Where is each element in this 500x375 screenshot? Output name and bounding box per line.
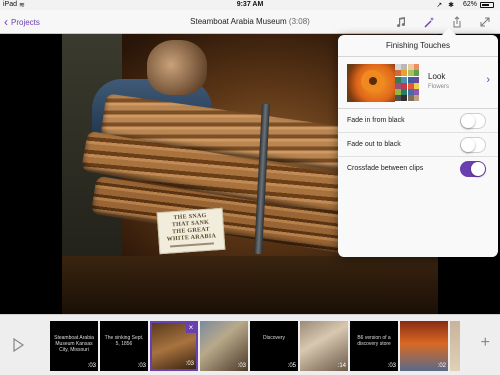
toggle-knob xyxy=(471,162,485,176)
fade-in-label: Fade in from black xyxy=(347,117,405,124)
photo-base xyxy=(62,256,438,314)
clip-duration: :03 xyxy=(137,363,146,369)
battery-percent: 62% xyxy=(462,1,477,8)
play-icon xyxy=(13,337,25,353)
clip-duration: :03 xyxy=(387,363,396,369)
sign-fine-print xyxy=(169,242,214,248)
clip-title: B6 version of a discovery store xyxy=(357,335,391,347)
clip-duration: :03 xyxy=(87,363,96,369)
magic-wand-icon[interactable] xyxy=(420,13,438,31)
clip-title: Steamboat Arabia Museum Kansas City, Mis… xyxy=(54,335,94,353)
clip-strip: Steamboat Arabia Museum Kansas City, Mis… xyxy=(50,321,460,371)
crossfade-row: Crossfade between clips xyxy=(338,157,498,181)
look-selector[interactable]: Look Flowers › xyxy=(338,57,498,109)
museum-sign: THE SNAG THAT SANK THE GREAT WHITE ARABI… xyxy=(156,207,226,255)
clip-title: Discovery xyxy=(263,335,285,341)
add-clip-button[interactable]: + xyxy=(481,335,490,351)
timeline-clip[interactable]: :03 xyxy=(200,321,248,371)
timeline-clip[interactable]: Steamboat Arabia Museum Kansas City, Mis… xyxy=(50,321,98,371)
timeline-clip[interactable]: :02 xyxy=(400,321,448,371)
share-icon[interactable] xyxy=(448,13,466,31)
look-value: Flowers xyxy=(428,84,450,90)
timeline-clip[interactable] xyxy=(450,321,460,371)
toggle-knob xyxy=(461,114,475,128)
nav-actions xyxy=(392,13,494,31)
project-duration: (3:08) xyxy=(288,17,310,26)
look-thumbnail xyxy=(347,64,419,102)
color-swatches xyxy=(395,64,419,102)
clock: 9:37 AM xyxy=(236,1,264,8)
battery-icon xyxy=(480,2,494,8)
clip-duration: :14 xyxy=(337,363,346,369)
clip-duration: :02 xyxy=(437,363,446,369)
status-icons: ↗ ✱ xyxy=(436,2,456,9)
play-button[interactable] xyxy=(10,337,26,353)
clip-title: The sinking Sept. 5, 1856 xyxy=(104,335,144,347)
fade-in-toggle[interactable] xyxy=(460,113,486,129)
nav-bar: ‹ Projects Steamboat Arabia Museum (3:08… xyxy=(0,10,500,34)
timeline: Steamboat Arabia Museum Kansas City, Mis… xyxy=(0,314,500,375)
clip-duration: :03 xyxy=(237,363,246,369)
delete-clip-icon[interactable]: × xyxy=(186,323,196,333)
look-label: Look xyxy=(428,72,446,81)
clip-duration: :05 xyxy=(287,363,296,369)
fade-out-toggle[interactable] xyxy=(460,137,486,153)
photo-figure-head xyxy=(147,40,207,95)
fade-out-label: Fade out to black xyxy=(347,141,401,148)
timeline-clip[interactable]: B6 version of a discovery store :03 xyxy=(350,321,398,371)
crossfade-label: Crossfade between clips xyxy=(347,165,424,172)
popover-title: Finishing Touches xyxy=(338,35,498,57)
timeline-clip[interactable]: Discovery :05 xyxy=(250,321,298,371)
fade-in-row: Fade in from black xyxy=(338,109,498,133)
crossfade-toggle[interactable] xyxy=(460,161,486,177)
toggle-knob xyxy=(461,138,475,152)
status-bar: iPad ≋ 9:37 AM ↗ ✱ 62% xyxy=(0,0,500,10)
fullscreen-icon[interactable] xyxy=(476,13,494,31)
timeline-clip[interactable]: :14 xyxy=(300,321,348,371)
project-name: Steamboat Arabia Museum xyxy=(190,17,287,26)
clip-duration: :03 xyxy=(185,361,194,367)
timeline-clip[interactable]: The sinking Sept. 5, 1856 :03 xyxy=(100,321,148,371)
flower-center xyxy=(369,77,377,85)
finishing-touches-popover: Finishing Touches Look Flowers › Fade in… xyxy=(338,35,498,257)
music-note-icon[interactable] xyxy=(392,13,410,31)
timeline-clip-selected[interactable]: × :03 xyxy=(150,321,198,371)
fade-out-row: Fade out to black xyxy=(338,133,498,157)
chevron-right-icon: › xyxy=(486,74,490,86)
